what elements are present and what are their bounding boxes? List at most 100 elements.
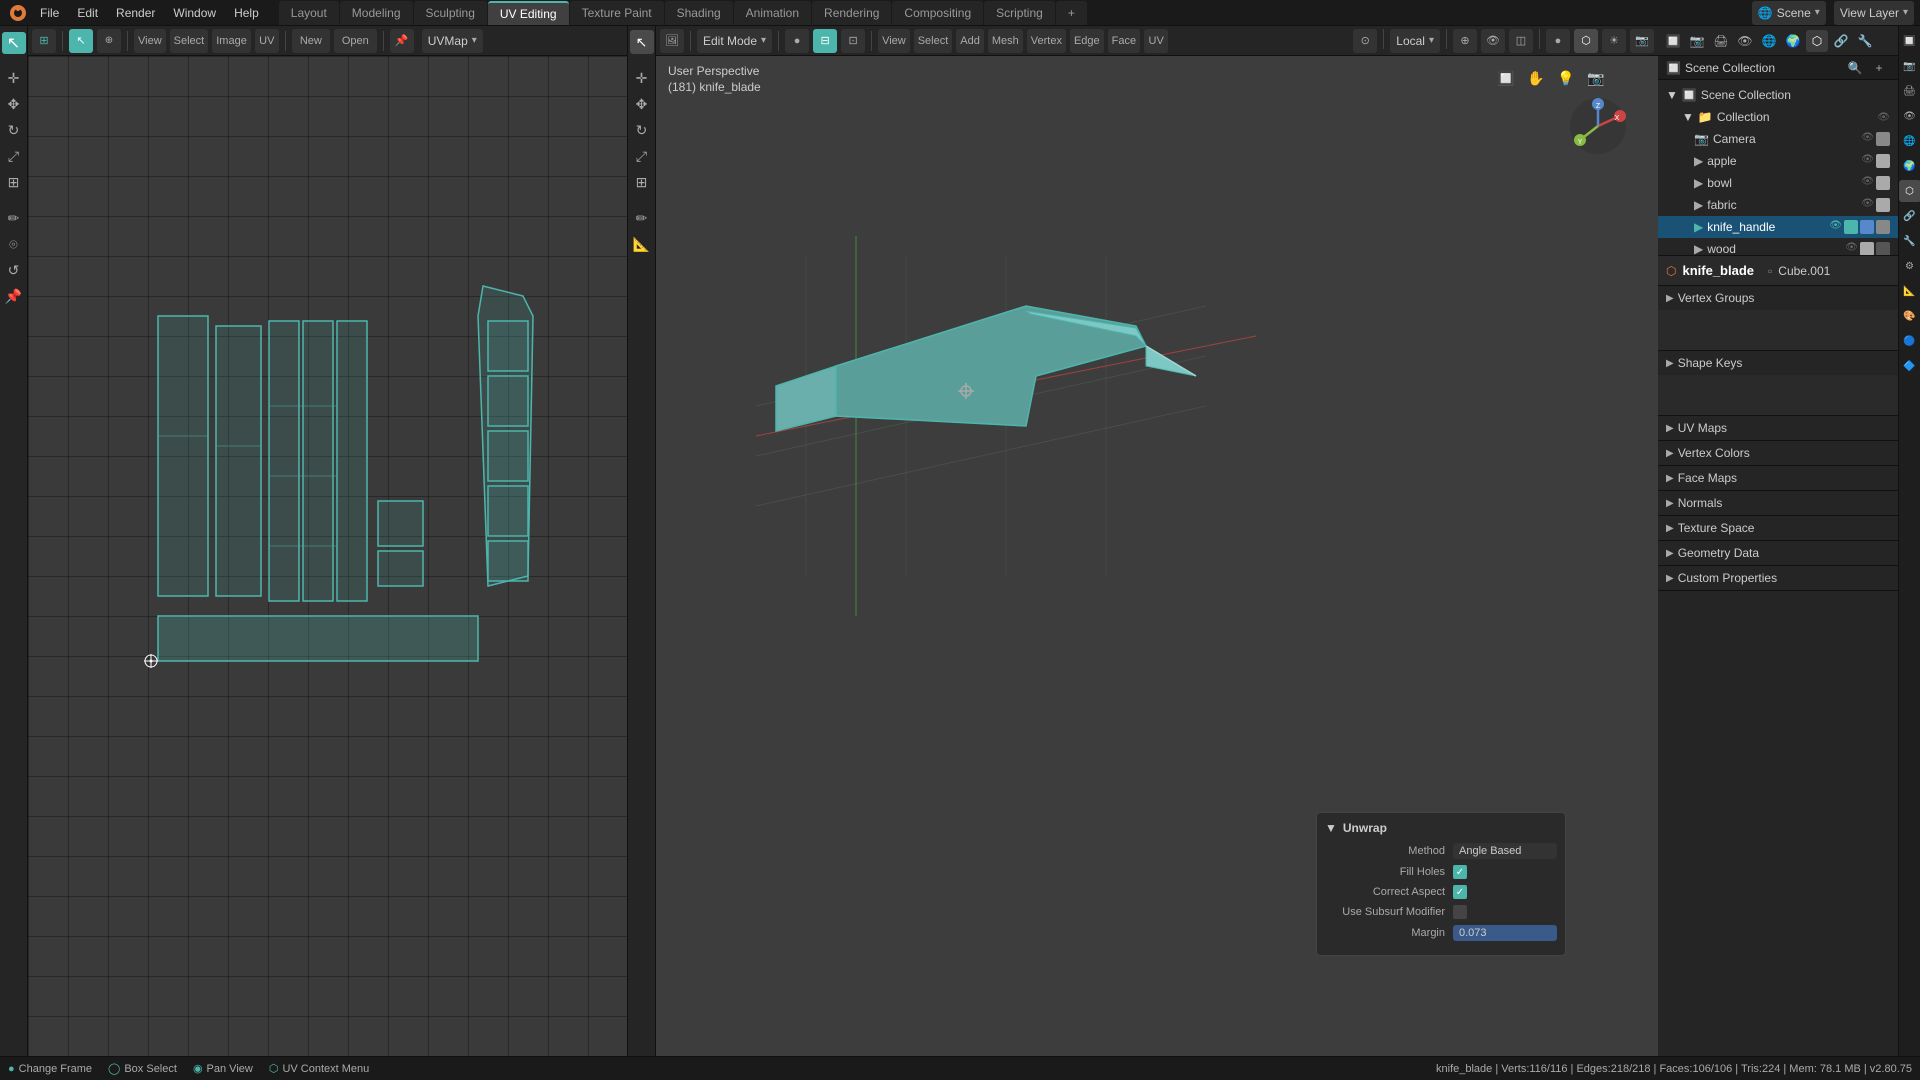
section-fm-header[interactable]: ▶ Face Maps [1658, 466, 1898, 490]
select-tool-btn[interactable]: ↖ [2, 32, 26, 54]
section-gd-header[interactable]: ▶ Geometry Data [1658, 541, 1898, 565]
tree-knife-handle-vis[interactable]: 👁 [1829, 220, 1842, 234]
transform-tool[interactable]: ⊞ [2, 170, 26, 194]
right-icon-14[interactable]: 🔷 [1899, 355, 1920, 377]
tab-rendering[interactable]: Rendering [812, 1, 891, 25]
vp-transform-orientation[interactable]: Local [1390, 29, 1440, 53]
tree-item-bowl[interactable]: ▶ bowl 👁 [1658, 172, 1898, 194]
vp-editor-type[interactable]: 🖼 [660, 29, 684, 53]
vp-xray[interactable]: ◫ [1509, 29, 1533, 53]
vp-uv-menu[interactable]: UV [1144, 29, 1168, 53]
section-vc-header[interactable]: ▶ Vertex Colors [1658, 441, 1898, 465]
prop-icon-modifier[interactable]: 🔧 [1854, 30, 1876, 52]
vp-material-preview[interactable]: ● [1546, 29, 1570, 53]
move-tool[interactable]: ✥ [2, 92, 26, 116]
tree-collection-vis[interactable]: 👁 [1877, 112, 1890, 123]
relax-tool[interactable]: ↺ [2, 258, 26, 282]
uv-pin-btn[interactable]: 📌 [390, 29, 414, 53]
annotate-tool[interactable]: ✏ [2, 206, 26, 230]
uv-cursor-mode[interactable]: ⊕ [97, 29, 121, 53]
tree-item-wood[interactable]: ▶ wood 👁 [1658, 238, 1898, 256]
tab-scripting[interactable]: Scripting [984, 1, 1055, 25]
menu-render[interactable]: Render [108, 4, 163, 22]
right-icon-2[interactable]: 📷 [1899, 55, 1920, 77]
section-cp-header[interactable]: ▶ Custom Properties [1658, 566, 1898, 590]
viewlayer-selector[interactable]: View Layer [1834, 1, 1914, 25]
uv-uv-btn[interactable]: UV [255, 29, 279, 53]
section-shape-keys-header[interactable]: ▶ Shape Keys [1658, 351, 1898, 375]
prop-icon-constraint[interactable]: 🔗 [1830, 30, 1852, 52]
vp-annotate-tool[interactable]: ✏ [630, 206, 654, 230]
vp-select-tool[interactable]: ↖ [630, 30, 654, 54]
vp-transform-tool[interactable]: ⊞ [630, 170, 654, 194]
prop-icon-view[interactable]: 👁 [1734, 30, 1756, 52]
smooth-tool[interactable]: ⌾ [2, 232, 26, 256]
section-uv-maps-header[interactable]: ▶ UV Maps [1658, 416, 1898, 440]
tree-scene-collection[interactable]: ▼ 🔲 Scene Collection [1658, 84, 1898, 106]
vp-icon-grab[interactable]: ✋ [1524, 66, 1548, 90]
scene-selector[interactable]: 🌐 Scene [1752, 1, 1826, 25]
uvmap-dropdown[interactable]: UVMap [422, 29, 483, 53]
vp-mesh-menu[interactable]: Mesh [988, 29, 1023, 53]
tab-modeling[interactable]: Modeling [340, 1, 413, 25]
menu-help[interactable]: Help [226, 4, 267, 22]
section-ts-header[interactable]: ▶ Texture Space [1658, 516, 1898, 540]
tab-shading[interactable]: Shading [665, 1, 733, 25]
vp-icon-light[interactable]: 💡 [1554, 66, 1578, 90]
right-icon-5[interactable]: 🌐 [1899, 130, 1920, 152]
unwrap-fillholes-checkbox[interactable]: ✓ [1453, 865, 1467, 879]
pin-tool[interactable]: 📌 [2, 284, 26, 308]
right-icon-3[interactable]: 🖨 [1899, 80, 1920, 102]
cursor-tool[interactable]: ✛ [2, 66, 26, 90]
vp-proportional-edit[interactable]: ⊙ [1353, 29, 1377, 53]
uv-view-btn[interactable]: View [134, 29, 166, 53]
right-icon-12[interactable]: 🎨 [1899, 305, 1920, 327]
vp-edge-mode[interactable]: ⊟ [813, 29, 837, 53]
vp-icon-camera-settings[interactable]: 📷 [1584, 66, 1608, 90]
tree-collection[interactable]: ▼ 📁 Collection 👁 [1658, 106, 1898, 128]
menu-file[interactable]: File [32, 4, 67, 22]
vp-rotate-tool[interactable]: ↻ [630, 118, 654, 142]
tab-animation[interactable]: Animation [734, 1, 811, 25]
vp-edge-menu[interactable]: Edge [1070, 29, 1104, 53]
prop-icon-scene2[interactable]: 🌐 [1758, 30, 1780, 52]
tab-uv-editing[interactable]: UV Editing [488, 1, 569, 25]
vp-move-tool[interactable]: ✥ [630, 92, 654, 116]
tab-compositing[interactable]: Compositing [892, 1, 983, 25]
vp-vertex-menu[interactable]: Vertex [1027, 29, 1066, 53]
right-icon-10[interactable]: ⚙ [1899, 255, 1920, 277]
vp-snap[interactable]: ⊕ [1453, 29, 1477, 53]
prop-icon-render[interactable]: 📷 [1686, 30, 1708, 52]
prop-icon-object[interactable]: ⬡ [1806, 30, 1828, 52]
vp-solid-view[interactable]: ⬡ [1574, 29, 1598, 53]
rotate-tool[interactable]: ↻ [2, 118, 26, 142]
tree-fabric-vis[interactable]: 👁 [1861, 198, 1874, 212]
section-vertex-groups-header[interactable]: ▶ Vertex Groups [1658, 286, 1898, 310]
tab-add[interactable]: + [1056, 1, 1087, 25]
uv-open-image-btn[interactable]: Open [334, 29, 377, 53]
vp-face-mode[interactable]: ⊡ [841, 29, 865, 53]
unwrap-margin-value[interactable]: 0.073 [1453, 925, 1557, 941]
tree-apple-vis[interactable]: 👁 [1861, 154, 1874, 168]
unwrap-subsurf-checkbox[interactable] [1453, 905, 1467, 919]
uv-select-btn[interactable]: Select [170, 29, 209, 53]
vp-view-menu[interactable]: View [878, 29, 910, 53]
uv-canvas[interactable] [28, 56, 627, 1056]
right-icon-11[interactable]: 📐 [1899, 280, 1920, 302]
right-icon-4[interactable]: 👁 [1899, 105, 1920, 127]
tree-wood-vis[interactable]: 👁 [1845, 242, 1858, 256]
vp-cursor-tool[interactable]: ✛ [630, 66, 654, 90]
tree-item-fabric[interactable]: ▶ fabric 👁 [1658, 194, 1898, 216]
tab-layout[interactable]: Layout [279, 1, 339, 25]
right-icon-13[interactable]: 🔵 [1899, 330, 1920, 352]
scale-tool[interactable]: ⤢ [2, 144, 26, 168]
unwrap-method-value[interactable]: Angle Based [1453, 843, 1557, 859]
right-icon-8[interactable]: 🔗 [1899, 205, 1920, 227]
uv-image-btn[interactable]: Image [212, 29, 251, 53]
blender-logo[interactable] [6, 1, 30, 25]
outliner-filter[interactable]: 🔍 [1844, 57, 1866, 79]
uv-editor-type-icon[interactable]: ⊞ [32, 29, 56, 53]
right-icon-1[interactable]: 🔲 [1899, 30, 1920, 52]
tree-item-camera[interactable]: 📷 Camera 👁 [1658, 128, 1898, 150]
vp-render-view[interactable]: 📷 [1630, 29, 1654, 53]
